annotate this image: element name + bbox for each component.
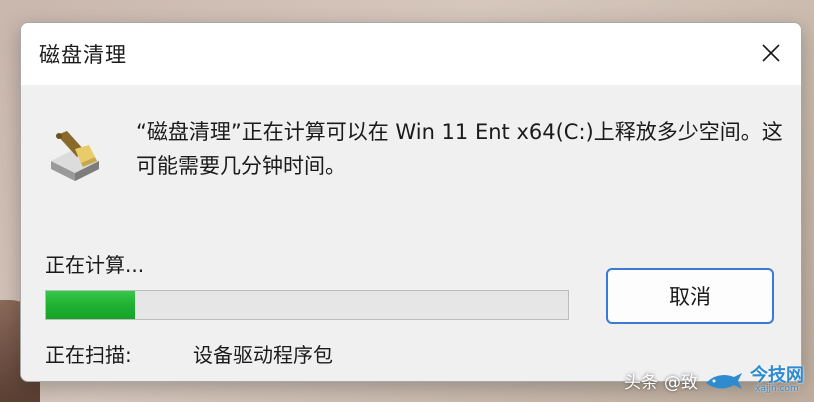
watermark-brand: 今技网 xajjn.com [750, 367, 804, 394]
title-bar: 磁盘清理 [21, 23, 801, 85]
disk-cleanup-dialog: 磁盘清理 “磁盘清理”正在计算可以在 Win 11 Ent x64(C:)上释放… [20, 22, 802, 382]
watermark-prefix: 头条 [624, 373, 658, 393]
window-title: 磁盘清理 [39, 43, 127, 67]
calculating-label: 正在计算... [45, 253, 145, 277]
watermark: 头条 @致 今技网 xajjn.com [624, 367, 804, 394]
status-message: “磁盘清理”正在计算可以在 Win 11 Ent x64(C:)上释放多少空间。… [136, 120, 783, 178]
watermark-brand-main: 今技网 [750, 365, 804, 386]
progress-fill [46, 291, 135, 319]
dialog-content: “磁盘清理”正在计算可以在 Win 11 Ent x64(C:)上释放多少空间。… [21, 85, 801, 381]
shark-logo-icon [706, 372, 742, 389]
cancel-button[interactable]: 取消 [606, 268, 774, 324]
close-button[interactable] [753, 35, 789, 71]
scanning-item: 设备驱动程序包 [193, 343, 333, 367]
watermark-brand-sub: xajjn.com [755, 384, 799, 394]
watermark-handle: @致 [664, 373, 698, 393]
scanning-label: 正在扫描: [45, 343, 132, 367]
close-icon [762, 44, 780, 62]
progress-bar [45, 290, 569, 320]
disk-cleanup-icon [51, 131, 99, 181]
